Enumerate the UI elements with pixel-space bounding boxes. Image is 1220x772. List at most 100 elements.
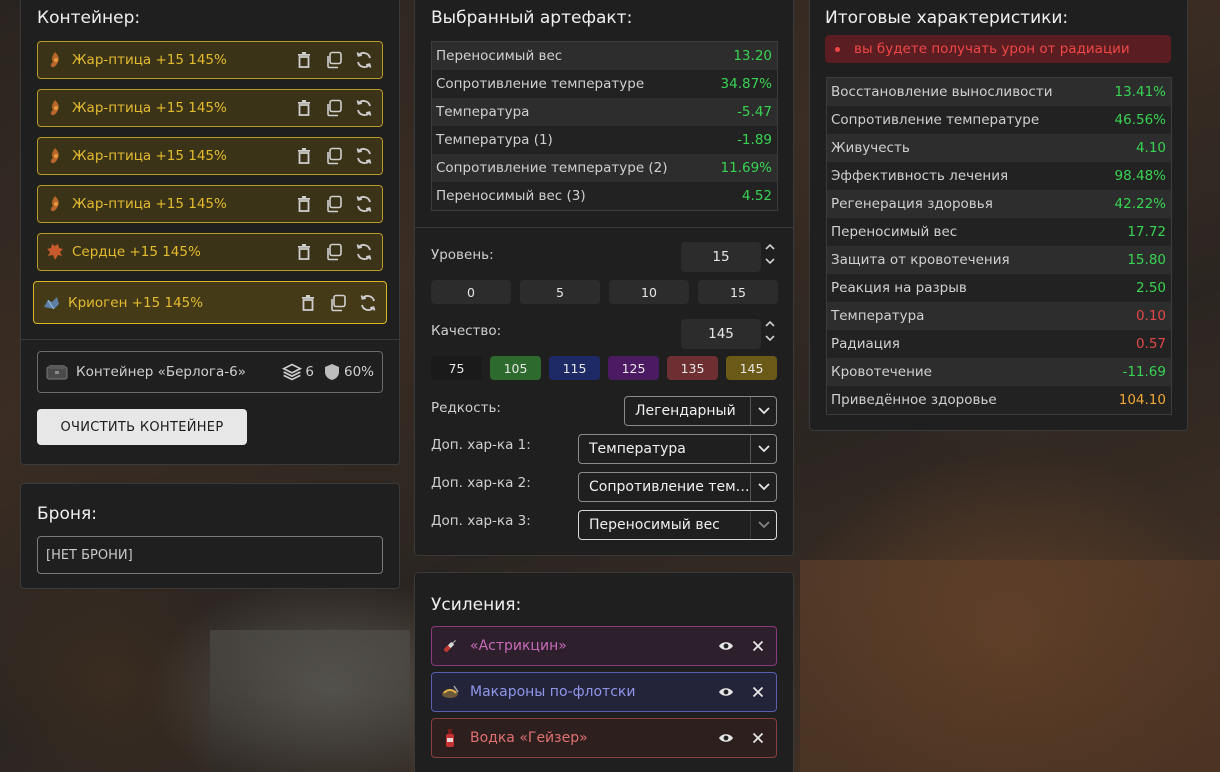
quality-preset-button[interactable]: 75 bbox=[431, 356, 482, 380]
trash-icon[interactable] bbox=[294, 194, 314, 214]
quality-preset-button[interactable]: 115 bbox=[549, 356, 600, 380]
rarity-select[interactable]: Легендарный bbox=[624, 396, 777, 426]
stat-row: Переносимый вес (3) 4.52 bbox=[432, 182, 777, 210]
level-input[interactable]: 15 bbox=[681, 242, 761, 272]
swap-icon[interactable] bbox=[354, 146, 374, 166]
close-icon[interactable] bbox=[748, 682, 768, 702]
eye-icon[interactable] bbox=[716, 682, 736, 702]
container-artifact-item[interactable]: Сердце +15 145% bbox=[37, 233, 383, 271]
artifact-name: Сердце +15 145% bbox=[72, 244, 201, 260]
trash-icon[interactable] bbox=[294, 146, 314, 166]
quality-input[interactable]: 145 bbox=[681, 319, 761, 349]
summary-title: Итоговые характеристики: bbox=[825, 8, 1069, 28]
container-box-name: Контейнер «Берлога-6» bbox=[76, 364, 246, 380]
selected-divider bbox=[415, 227, 793, 228]
copy-icon[interactable] bbox=[324, 146, 344, 166]
armor-field[interactable]: [НЕТ БРОНИ] bbox=[37, 536, 383, 574]
close-icon[interactable] bbox=[748, 728, 768, 748]
extra1-select[interactable]: Температура bbox=[578, 434, 777, 464]
copy-icon[interactable] bbox=[324, 50, 344, 70]
copy-icon[interactable] bbox=[324, 242, 344, 262]
stat-value: 34.87% bbox=[720, 76, 772, 92]
copy-icon[interactable] bbox=[324, 194, 344, 214]
boost-item[interactable]: Водка «Гейзер» bbox=[431, 718, 777, 758]
level-preset-button[interactable]: 10 bbox=[609, 280, 689, 304]
pasta-icon bbox=[440, 684, 460, 700]
level-preset-button[interactable]: 5 bbox=[520, 280, 600, 304]
swap-icon[interactable] bbox=[354, 194, 374, 214]
clear-container-button[interactable]: ОЧИСТИТЬ КОНТЕЙНЕР bbox=[37, 409, 247, 445]
level-preset-button[interactable]: 15 bbox=[698, 280, 778, 304]
stat-row: Переносимый вес 17.72 bbox=[827, 218, 1171, 246]
stat-name: Восстановление выносливости bbox=[831, 84, 1053, 100]
container-artifact-item[interactable]: Жар-птица +15 145% bbox=[37, 41, 383, 79]
stat-value: 98.48% bbox=[1114, 168, 1166, 184]
stat-value: -5.47 bbox=[737, 104, 772, 120]
extra3-label: Доп. хар-ка 3: bbox=[431, 513, 531, 529]
stat-value: 13.20 bbox=[733, 48, 772, 64]
stat-name: Переносимый вес bbox=[436, 48, 563, 64]
boosts-panel: Усиления: «Астрикцин» Макароны по-флотск… bbox=[414, 572, 794, 772]
copy-icon[interactable] bbox=[328, 293, 348, 313]
layers-icon bbox=[282, 362, 303, 382]
container-artifact-item[interactable]: Жар-птица +15 145% bbox=[37, 89, 383, 127]
container-box-selector[interactable]: Контейнер «Берлога-6» 6 60% bbox=[37, 351, 383, 393]
stat-value: 17.72 bbox=[1127, 224, 1166, 240]
container-artifact-item[interactable]: Криоген +15 145% bbox=[33, 281, 387, 324]
rarity-value: Легендарный bbox=[635, 403, 736, 419]
level-spin-up[interactable] bbox=[764, 243, 776, 255]
trash-icon[interactable] bbox=[298, 293, 318, 313]
swap-icon[interactable] bbox=[354, 50, 374, 70]
stat-name: Температура bbox=[436, 104, 530, 120]
stat-name: Кровотечение bbox=[831, 364, 932, 380]
boost-item[interactable]: Макароны по-флотски bbox=[431, 672, 777, 712]
container-title: Контейнер: bbox=[37, 8, 141, 28]
quality-preset-button[interactable]: 105 bbox=[490, 356, 541, 380]
firebird-icon bbox=[46, 51, 64, 69]
stat-row: Реакция на разрыв 2.50 bbox=[827, 274, 1171, 302]
quality-preset-button[interactable]: 145 bbox=[726, 356, 777, 380]
stat-value: 46.56% bbox=[1114, 112, 1166, 128]
stat-value: -1.89 bbox=[737, 132, 772, 148]
stat-row: Температура -5.47 bbox=[432, 98, 777, 126]
swap-icon[interactable] bbox=[354, 98, 374, 118]
boost-name: Макароны по-флотски bbox=[470, 684, 636, 700]
quality-spin-up[interactable] bbox=[764, 320, 776, 332]
quality-spin-down[interactable] bbox=[764, 334, 776, 346]
stat-name: Регенерация здоровья bbox=[831, 196, 993, 212]
selected-stats-table: Переносимый вес 13.20 Сопротивление темп… bbox=[431, 41, 778, 211]
trash-icon[interactable] bbox=[294, 98, 314, 118]
stat-name: Температура (1) bbox=[436, 132, 553, 148]
quality-preset-button[interactable]: 125 bbox=[608, 356, 659, 380]
stat-name: Температура bbox=[831, 308, 925, 324]
extra3-select[interactable]: Переносимый вес bbox=[578, 510, 777, 540]
stat-row: Температура (1) -1.89 bbox=[432, 126, 777, 154]
level-spin-down[interactable] bbox=[764, 257, 776, 269]
eye-icon[interactable] bbox=[716, 636, 736, 656]
stat-name: Радиация bbox=[831, 336, 900, 352]
swap-icon[interactable] bbox=[358, 293, 378, 313]
artifact-name: Жар-птица +15 145% bbox=[72, 52, 227, 68]
background-device bbox=[210, 630, 410, 772]
firebird-icon bbox=[46, 195, 64, 213]
firebird-icon bbox=[46, 99, 64, 117]
swap-icon[interactable] bbox=[354, 242, 374, 262]
level-preset-button[interactable]: 0 bbox=[431, 280, 511, 304]
trash-icon[interactable] bbox=[294, 50, 314, 70]
stat-row: Сопротивление температуре 46.56% bbox=[827, 106, 1171, 134]
trash-icon[interactable] bbox=[294, 242, 314, 262]
stat-row: Регенерация здоровья 42.22% bbox=[827, 190, 1171, 218]
container-artifact-item[interactable]: Жар-птица +15 145% bbox=[37, 137, 383, 175]
close-icon[interactable] bbox=[748, 636, 768, 656]
extra2-select[interactable]: Сопротивление температуре bbox=[578, 472, 777, 502]
artifact-name: Жар-птица +15 145% bbox=[72, 148, 227, 164]
copy-icon[interactable] bbox=[324, 98, 344, 118]
bullet-icon bbox=[835, 46, 840, 52]
container-artifact-item[interactable]: Жар-птица +15 145% bbox=[37, 185, 383, 223]
eye-icon[interactable] bbox=[716, 728, 736, 748]
boost-item[interactable]: «Астрикцин» bbox=[431, 626, 777, 666]
quality-preset-button[interactable]: 135 bbox=[667, 356, 718, 380]
stat-value: 0.57 bbox=[1135, 336, 1166, 352]
stat-value: 0.10 bbox=[1135, 308, 1166, 324]
selected-artifact-title: Выбранный артефакт: bbox=[431, 8, 633, 28]
